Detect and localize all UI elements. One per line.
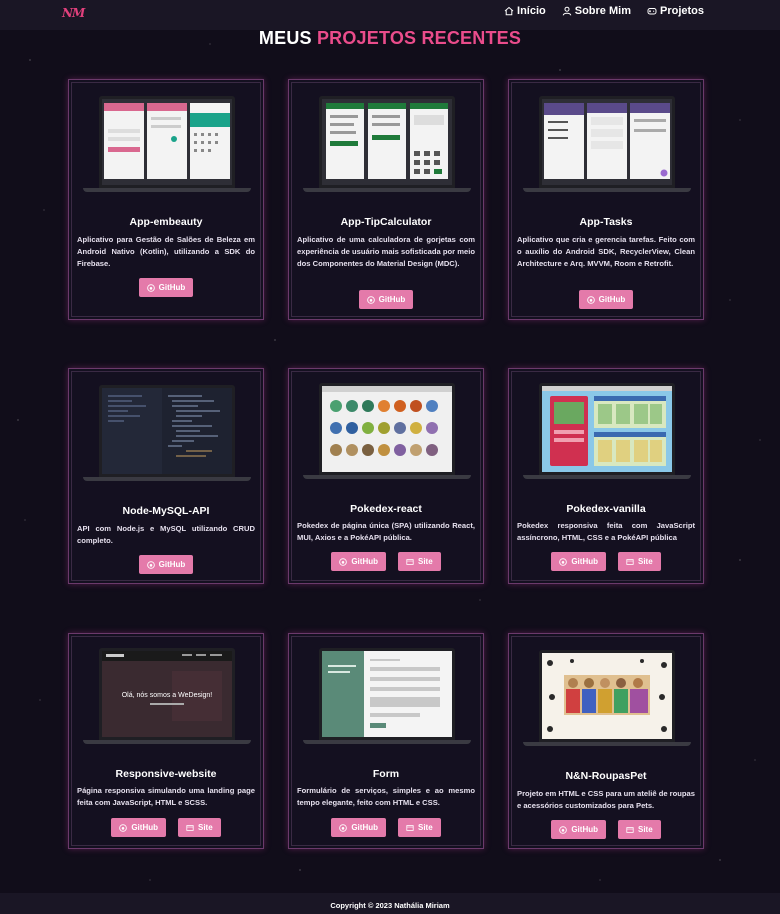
- browser-icon: [626, 826, 634, 833]
- project-description: Aplicativo para Gestão de Salões de Bele…: [77, 235, 255, 268]
- github-button[interactable]: GitHub: [111, 818, 166, 837]
- github-button[interactable]: GitHub: [358, 290, 414, 309]
- github-icon: [339, 557, 348, 566]
- button-label: GitHub: [351, 557, 378, 566]
- navbar: NM Início Sobre Mim Projetos: [0, 0, 780, 30]
- github-button[interactable]: GitHub: [551, 552, 606, 571]
- nav-link-inicio[interactable]: Início: [504, 5, 546, 17]
- github-icon: [559, 825, 568, 834]
- section-title-part2: PROJETOS RECENTES: [316, 28, 522, 48]
- project-title: App-Tasks: [579, 216, 633, 228]
- project-card-form: Form Formulário de serviços, simples e a…: [288, 633, 484, 849]
- project-card-node-mysql-api: Node-MySQL-API API com Node.js e MySQL u…: [68, 368, 264, 584]
- button-label: GitHub: [351, 823, 378, 832]
- home-icon: [504, 6, 514, 16]
- section-title-part1: MEUS: [258, 28, 317, 48]
- project-description: Aplicativo de uma calculadora de gorjeta…: [297, 235, 475, 268]
- project-card-pokedex-react: Pokedex-react Pokedex de página única (S…: [288, 368, 484, 584]
- button-label: Site: [418, 823, 433, 832]
- project-title: App-TipCalculator: [340, 216, 432, 228]
- button-label: GitHub: [598, 295, 626, 304]
- nav-link-label: Início: [517, 5, 546, 17]
- project-preview-image: Olá, nós somos a WeDesign!: [83, 648, 251, 744]
- nav-link-label: Projetos: [659, 5, 704, 17]
- nav-links: Início Sobre Mim Projetos: [504, 5, 704, 17]
- project-title: Pokedex-vanilla: [566, 503, 646, 515]
- github-icon: [586, 295, 595, 304]
- project-preview-image: [303, 383, 471, 479]
- button-label: GitHub: [158, 283, 186, 292]
- webdesign-caption: Olá, nós somos a WeDesign!: [122, 692, 213, 699]
- button-label: GitHub: [571, 557, 598, 566]
- project-card-n-n-roupaspet: N&N-RoupasPet Projeto em HTML e CSS para…: [508, 633, 704, 849]
- site-button[interactable]: Site: [178, 818, 221, 837]
- user-icon: [562, 6, 572, 16]
- section-title: MEUS PROJETOS RECENTES: [0, 28, 780, 49]
- project-description: Aplicativo que cria e gerencia tarefas. …: [517, 235, 695, 268]
- footer: Copyright © 2023 Nathália Miriam: [0, 893, 780, 914]
- project-preview-image: [303, 96, 471, 192]
- project-card-pokedex-vanilla: Pokedex-vanilla Pokedex responsiva feita…: [508, 368, 704, 584]
- project-preview-image: [83, 96, 251, 192]
- project-card-app-embeauty: App-embeauty Aplicativo para Gestão de S…: [68, 79, 264, 320]
- github-icon: [366, 295, 375, 304]
- button-label: GitHub: [571, 825, 598, 834]
- project-title: Form: [372, 768, 400, 780]
- site-button[interactable]: Site: [618, 552, 661, 571]
- github-button[interactable]: GitHub: [331, 552, 386, 571]
- button-label: GitHub: [378, 295, 406, 304]
- github-button[interactable]: GitHub: [578, 290, 634, 309]
- gamepad-icon: [647, 8, 657, 15]
- button-label: Site: [198, 823, 213, 832]
- project-preview-image: [303, 648, 471, 744]
- logo[interactable]: NM: [62, 6, 85, 20]
- github-button[interactable]: GitHub: [138, 278, 194, 297]
- project-title: N&N-RoupasPet: [565, 770, 647, 782]
- github-icon: [146, 283, 155, 292]
- project-title: Pokedex-react: [350, 503, 422, 515]
- button-label: Site: [638, 557, 653, 566]
- project-card-responsive-website: Olá, nós somos a WeDesign! Responsive-we…: [68, 633, 264, 849]
- github-icon: [339, 823, 348, 832]
- github-icon: [146, 560, 155, 569]
- button-label: Site: [638, 825, 653, 834]
- project-description: API com Node.js e MySQL utilizando CRUD …: [77, 524, 255, 545]
- site-button[interactable]: Site: [618, 820, 661, 839]
- project-title: Node-MySQL-API: [122, 505, 210, 517]
- project-card-app-tipcalculator: App-TipCalculator Aplicativo de uma calc…: [288, 79, 484, 320]
- github-icon: [119, 823, 128, 832]
- project-card-app-tasks: App-Tasks Aplicativo que cria e gerencia…: [508, 79, 704, 320]
- site-button[interactable]: Site: [398, 818, 441, 837]
- github-button[interactable]: GitHub: [551, 820, 606, 839]
- project-title: App-embeauty: [129, 216, 203, 228]
- browser-icon: [406, 824, 414, 831]
- project-description: Pokedex de página única (SPA) utilizando…: [297, 521, 475, 542]
- footer-copyright: Copyright © 2023 Nathália Miriam: [330, 901, 450, 910]
- github-icon: [559, 557, 568, 566]
- github-button[interactable]: GitHub: [331, 818, 386, 837]
- browser-icon: [406, 558, 414, 565]
- button-label: GitHub: [131, 823, 158, 832]
- button-label: Site: [418, 557, 433, 566]
- project-description: Formulário de serviços, simples e ao mes…: [297, 786, 475, 807]
- project-description: Pokedex responsiva feita com JavaScript …: [517, 521, 695, 542]
- browser-icon: [186, 824, 194, 831]
- nav-link-projetos[interactable]: Projetos: [647, 5, 704, 17]
- site-button[interactable]: Site: [398, 552, 441, 571]
- project-preview-image: [83, 385, 251, 481]
- nav-link-label: Sobre Mim: [574, 5, 631, 17]
- browser-icon: [626, 558, 634, 565]
- nav-link-sobre-mim[interactable]: Sobre Mim: [562, 5, 631, 17]
- project-title: Responsive-website: [115, 768, 217, 780]
- project-preview-image: [523, 650, 691, 750]
- project-preview-image: [523, 383, 691, 479]
- project-description: Página responsiva simulando uma landing …: [77, 786, 255, 807]
- project-description: Projeto em HTML e CSS para um ateliê de …: [517, 789, 695, 810]
- button-label: GitHub: [158, 560, 186, 569]
- project-preview-image: [523, 96, 691, 192]
- github-button[interactable]: GitHub: [138, 555, 194, 574]
